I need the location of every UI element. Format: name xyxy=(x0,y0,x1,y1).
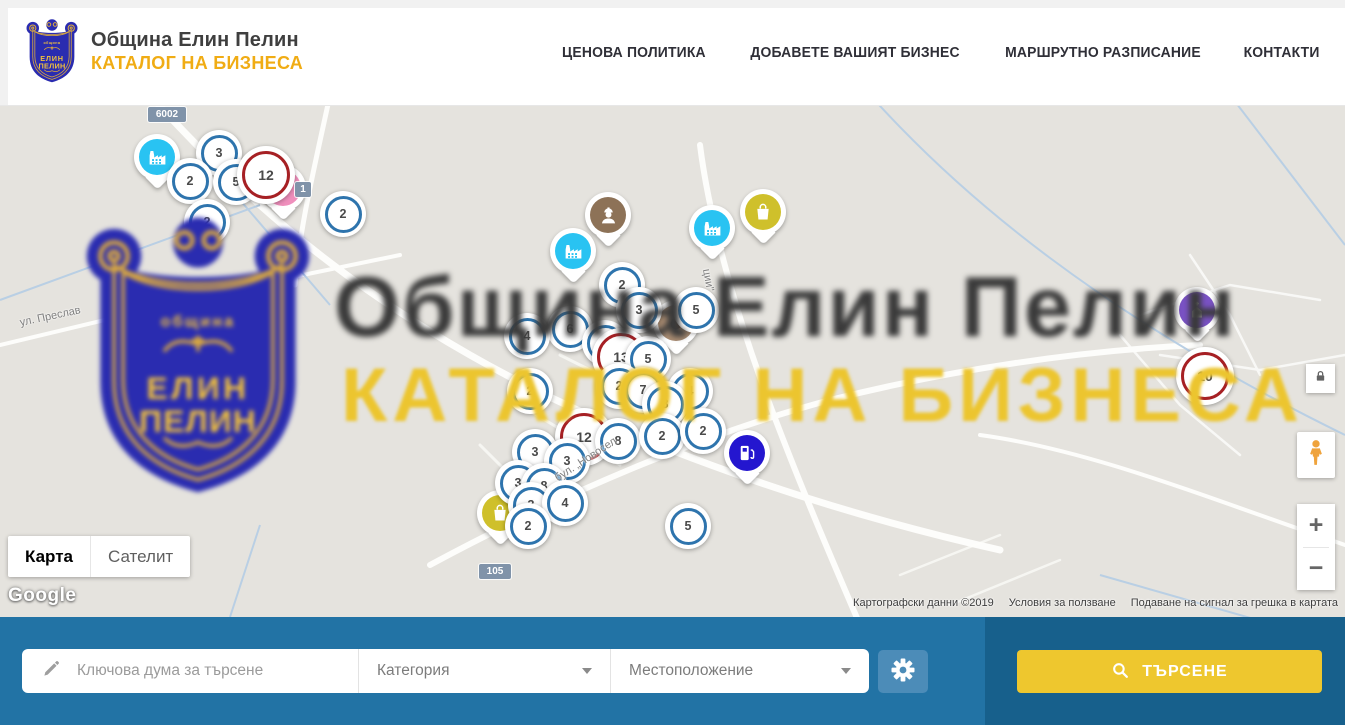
map-type-control: Карта Сателит xyxy=(8,536,190,577)
site-title: Община Елин Пелин xyxy=(91,29,303,52)
lock-control[interactable] xyxy=(1306,364,1335,393)
road-number-label: 6002 xyxy=(148,107,186,122)
nav-item-pricing[interactable]: ЦЕНОВА ПОЛИТИКА xyxy=(562,45,706,61)
window-top-strip xyxy=(0,0,1345,8)
cluster-marker[interactable]: 2 xyxy=(680,408,726,454)
bag-pin[interactable] xyxy=(740,189,786,249)
municipality-crest-logo: община ЕЛИН ПЕЛИН xyxy=(26,15,78,87)
map-type-satellite-button[interactable]: Сателит xyxy=(90,536,190,577)
site-header: община ЕЛИН ПЕЛИН Община Елин Пелин КАТА… xyxy=(0,0,1345,106)
street-name-label: ции" xyxy=(700,268,716,292)
zoom-in-button[interactable]: + xyxy=(1297,504,1335,547)
search-submit-label: ТЪРСЕНЕ xyxy=(1142,663,1227,681)
keyword-search-input[interactable] xyxy=(75,661,319,681)
cluster-marker[interactable]: 3 xyxy=(616,287,662,333)
road-number-label: 1 xyxy=(295,182,311,197)
map-type-map-button[interactable]: Карта xyxy=(8,536,90,577)
map-attribution: Картографски данни ©2019 Условия за полз… xyxy=(853,597,1338,609)
keyword-field-wrap xyxy=(22,649,358,693)
cluster-marker[interactable]: 2 xyxy=(320,191,366,237)
cluster-marker[interactable]: 2 xyxy=(507,368,553,414)
church-pin[interactable] xyxy=(1174,287,1220,347)
search-icon xyxy=(1111,661,1130,683)
google-map-canvas[interactable]: 60021105ул. Преславбул. „Новоселции"3225… xyxy=(0,105,1345,617)
nav-item-bus-schedule[interactable]: МАРШРУТНО РАЗПИСАНИЕ xyxy=(1005,45,1201,61)
cluster-marker[interactable]: 12 xyxy=(237,146,295,204)
svg-text:община: община xyxy=(43,41,61,45)
chevron-down-icon xyxy=(582,668,592,674)
search-form: Категория Местоположение xyxy=(22,649,869,693)
street-name-label: ул. Преслав xyxy=(19,304,82,329)
search-submit-button[interactable]: ТЪРСЕНЕ xyxy=(1017,650,1322,693)
chevron-down-icon xyxy=(841,668,851,674)
road-number-label: 105 xyxy=(479,564,511,579)
nav-item-contacts[interactable]: КОНТАКТИ xyxy=(1243,45,1319,61)
window-left-strip xyxy=(0,0,8,105)
lock-icon xyxy=(1314,370,1327,388)
category-select-label: Категория xyxy=(377,662,449,680)
category-select[interactable]: Категория xyxy=(359,649,610,693)
zoom-out-button[interactable]: − xyxy=(1297,548,1335,591)
cluster-marker[interactable]: 2 xyxy=(167,158,213,204)
factory-pin[interactable] xyxy=(550,228,596,288)
location-select[interactable]: Местоположение xyxy=(611,649,869,693)
advanced-search-settings-button[interactable] xyxy=(878,650,928,693)
site-subtitle: КАТАЛОГ НА БИЗНЕСА xyxy=(91,53,303,74)
terms-of-use-link[interactable]: Условия за ползване xyxy=(1009,597,1116,609)
nav-item-add-business[interactable]: ДОБАВЕТЕ ВАШИЯТ БИЗНЕС xyxy=(750,45,959,61)
street-view-pegman-button[interactable] xyxy=(1297,432,1335,478)
gear-icon xyxy=(891,658,915,685)
site-logo[interactable]: община ЕЛИН ПЕЛИН Община Елин Пелин КАТА… xyxy=(26,15,303,87)
zoom-control: + − xyxy=(1297,504,1335,590)
pegman-icon xyxy=(1305,439,1327,472)
cluster-marker[interactable]: 2 xyxy=(505,503,551,549)
search-panel: Категория Местоположение ТЪРСЕНЕ xyxy=(0,617,1345,725)
google-logo[interactable]: Google xyxy=(8,585,76,607)
location-select-label: Местоположение xyxy=(629,662,753,680)
cluster-marker[interactable]: 4 xyxy=(504,313,550,359)
map-markers: 60021105ул. Преславбул. „Новоселции"3225… xyxy=(0,105,1345,617)
cluster-marker[interactable]: 10 xyxy=(1176,347,1234,405)
svg-text:ПЕЛИН: ПЕЛИН xyxy=(39,61,66,70)
factory-pin[interactable] xyxy=(689,205,735,265)
cluster-marker[interactable]: 2 xyxy=(639,413,685,459)
pencil-icon xyxy=(42,659,61,683)
cluster-marker[interactable]: 5 xyxy=(673,287,719,333)
cluster-marker[interactable]: 5 xyxy=(665,503,711,549)
map-data-copyright: Картографски данни ©2019 xyxy=(853,597,994,609)
fuel-pin[interactable] xyxy=(724,430,770,490)
report-map-error-link[interactable]: Подаване на сигнал за грешка в картата xyxy=(1131,597,1338,609)
main-nav: ЦЕНОВА ПОЛИТИКА ДОБАВЕТЕ ВАШИЯТ БИЗНЕС М… xyxy=(559,0,1321,105)
cluster-marker[interactable]: 2 xyxy=(184,199,230,245)
